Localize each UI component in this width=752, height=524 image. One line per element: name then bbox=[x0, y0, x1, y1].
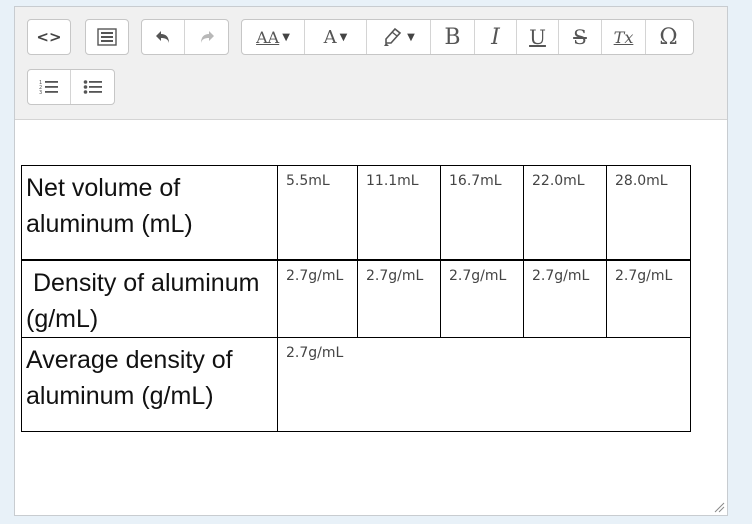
clear-formatting-icon: Tx bbox=[613, 27, 634, 47]
underline-button[interactable]: U bbox=[517, 20, 559, 54]
table-cell[interactable]: 28.0mL bbox=[606, 165, 691, 260]
table-cell[interactable]: 5.5mL bbox=[277, 165, 358, 260]
bullet-list-button[interactable] bbox=[71, 70, 114, 104]
undo-icon bbox=[156, 31, 169, 43]
undo-button[interactable] bbox=[142, 20, 185, 54]
formatting-group: AA ▼ A ▼ ▼ B I U S Tx Ω bbox=[241, 19, 694, 55]
underline-icon: U bbox=[529, 25, 546, 49]
editor-toolbar: <> AA ▼ A ▼ ▼ B I U S Tx Ω 1 2 3 bbox=[15, 7, 727, 120]
font-size-button[interactable]: AA ▼ bbox=[242, 20, 305, 54]
rich-text-editor: <> AA ▼ A ▼ ▼ B I U S Tx Ω 1 2 3 Net vol… bbox=[14, 6, 728, 516]
table-cell[interactable]: 2.7g/mL bbox=[523, 259, 607, 338]
resize-handle-icon[interactable] bbox=[713, 501, 725, 513]
keyboard-icon bbox=[97, 28, 117, 46]
chevron-down-icon: ▼ bbox=[407, 31, 415, 43]
redo-icon bbox=[200, 31, 214, 43]
bold-button[interactable]: B bbox=[431, 20, 475, 54]
list-group: 1 2 3 bbox=[27, 69, 115, 105]
source-group: <> bbox=[27, 19, 71, 55]
table-cell[interactable]: 22.0mL bbox=[523, 165, 607, 260]
source-code-icon: <> bbox=[36, 28, 62, 46]
svg-text:3: 3 bbox=[39, 90, 42, 96]
bold-icon: B bbox=[444, 24, 461, 50]
row-header-cell[interactable]: Density of aluminum (g/mL) bbox=[21, 259, 278, 338]
redo-button[interactable] bbox=[185, 20, 228, 54]
italic-icon: I bbox=[491, 24, 500, 50]
source-code-button[interactable]: <> bbox=[28, 20, 70, 54]
font-color-icon: A bbox=[323, 26, 337, 48]
table-cell[interactable]: 2.7g/mL bbox=[277, 259, 358, 338]
highlighter-icon bbox=[384, 27, 402, 46]
table-cell[interactable]: 2.7g/mL bbox=[277, 336, 691, 432]
history-group bbox=[141, 19, 229, 55]
clear-formatting-button[interactable]: Tx bbox=[602, 20, 646, 54]
font-color-button[interactable]: A ▼ bbox=[305, 20, 367, 54]
ordered-list-icon: 1 2 3 bbox=[39, 80, 58, 96]
font-size-icon: AA bbox=[256, 27, 280, 47]
highlight-button[interactable]: ▼ bbox=[367, 20, 431, 54]
row-header-cell[interactable]: Average density of aluminum (g/mL) bbox=[21, 336, 278, 432]
toolbar-toggle-button[interactable] bbox=[86, 20, 128, 54]
table-cell[interactable]: 2.7g/mL bbox=[357, 259, 441, 338]
data-table: Net volume of aluminum (mL) 5.5mL 11.1mL… bbox=[21, 165, 691, 432]
table-row: Net volume of aluminum (mL) 5.5mL 11.1mL… bbox=[21, 165, 691, 260]
table-row: Average density of aluminum (g/mL) 2.7g/… bbox=[21, 336, 691, 432]
table-cell[interactable]: 2.7g/mL bbox=[606, 259, 691, 338]
ordered-list-button[interactable]: 1 2 3 bbox=[28, 70, 71, 104]
table-cell[interactable]: 2.7g/mL bbox=[440, 259, 524, 338]
strikethrough-icon: S bbox=[573, 25, 587, 49]
chevron-down-icon: ▼ bbox=[339, 31, 348, 43]
toolbar-toggle-group bbox=[85, 19, 129, 55]
omega-icon: Ω bbox=[659, 24, 678, 50]
bullet-list-icon bbox=[83, 80, 102, 94]
table-cell[interactable]: 11.1mL bbox=[357, 165, 441, 260]
strikethrough-button[interactable]: S bbox=[559, 20, 602, 54]
italic-button[interactable]: I bbox=[475, 20, 517, 54]
row-header-cell[interactable]: Net volume of aluminum (mL) bbox=[21, 165, 278, 260]
table-row: Density of aluminum (g/mL) 2.7g/mL 2.7g/… bbox=[21, 259, 691, 338]
editor-content-area[interactable]: Net volume of aluminum (mL) 5.5mL 11.1mL… bbox=[21, 165, 691, 432]
special-character-button[interactable]: Ω bbox=[646, 20, 691, 54]
chevron-down-icon: ▼ bbox=[282, 31, 290, 43]
table-cell[interactable]: 16.7mL bbox=[440, 165, 524, 260]
